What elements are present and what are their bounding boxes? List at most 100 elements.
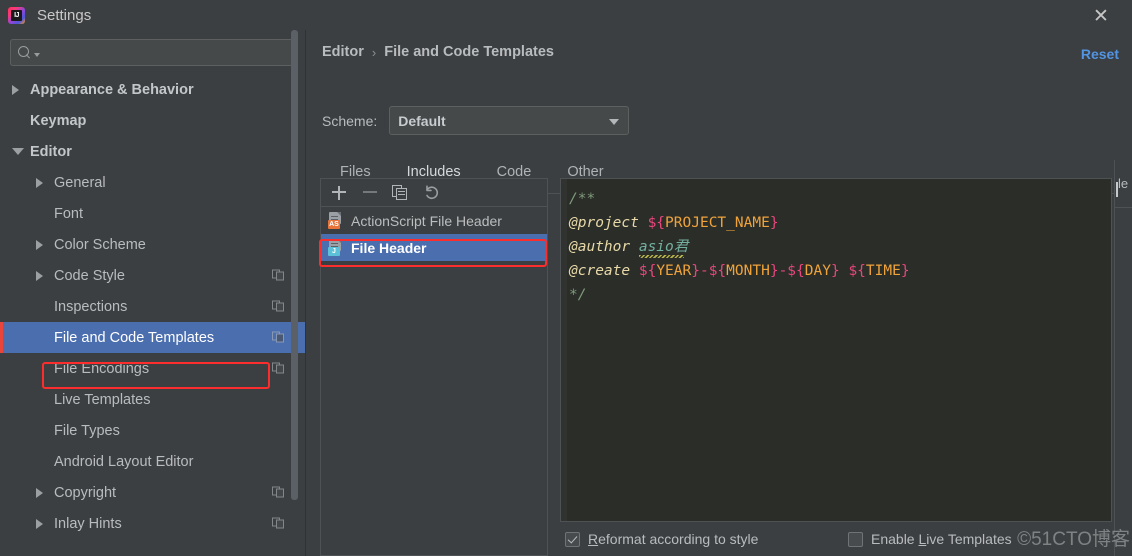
sidebar-item-label: Inlay Hints [54,515,122,532]
template-list-toolbar [321,179,547,207]
code-var-year: ${YEAR} [638,263,700,279]
text-caret [1116,182,1118,197]
file-template-icon: AS [328,212,344,229]
editor-gutter [561,179,567,521]
chevron-right-icon[interactable] [36,487,43,498]
remove-template-icon[interactable] [361,184,378,201]
sidebar-item-file-encodings[interactable]: File Encodings [0,353,305,384]
project-settings-icon [272,331,285,344]
live-templates-checkbox-label: Enable Live Templates [871,531,1012,547]
sidebar-item-android-layout-editor[interactable]: Android Layout Editor [0,446,305,477]
description-panel-text: le [1118,176,1129,191]
code-var-day: ${DAY} [787,263,840,279]
reset-link[interactable]: Reset [1081,46,1119,62]
chevron-right-icon[interactable] [36,270,43,281]
search-box[interactable] [10,39,295,66]
copy-template-icon[interactable] [392,184,409,201]
window-title: Settings [37,6,92,24]
template-name: ActionScript File Header [351,212,502,229]
sidebar-item-editor[interactable]: Editor [0,136,305,167]
chevron-right-icon[interactable] [12,84,19,95]
sidebar-item-inspections[interactable]: Inspections [0,291,305,322]
revert-template-icon[interactable] [423,184,440,201]
sidebar-scrollbar[interactable] [291,30,298,500]
sidebar-item-label: File and Code Templates [54,329,215,346]
list-item[interactable]: J File Header [321,234,547,261]
template-name: File Header [351,239,427,256]
close-icon[interactable]: ✕ [1088,3,1114,29]
scheme-dropdown[interactable]: Default [389,106,630,135]
reformat-checkbox-label: Reformat according to style [588,531,759,547]
live-templates-checkbox-row[interactable]: Enable Live Templates [848,527,1012,551]
search-icon [18,46,31,59]
file-type-badge: J [328,247,340,256]
breadcrumb-current: File and Code Templates [384,44,554,60]
reformat-checkbox-row[interactable]: Reformat according to style [565,527,758,551]
breadcrumb-separator-icon: › [371,44,377,60]
intellij-logo-icon: IJ [8,6,25,24]
title-bar: IJ Settings ✕ [0,0,1132,30]
file-template-icon: J [328,239,344,256]
sidebar-item-file-and-code-templates[interactable]: File and Code Templates [0,322,305,353]
file-type-badge: AS [328,220,340,229]
sidebar-item-label: General [54,174,106,191]
template-list: AS ActionScript File Header J File Header [321,207,547,261]
breadcrumb-parent[interactable]: Editor [322,44,364,60]
modified-marker [0,322,3,353]
sidebar-item-keymap[interactable]: Keymap [0,105,305,136]
editor-code[interactable]: /** @project ${PROJECT_NAME} @author asi… [569,187,1107,307]
sidebar-item-label: File Types [54,422,120,439]
sidebar-item-color-scheme[interactable]: Color Scheme [0,229,305,260]
code-tag-author: @author [569,239,631,255]
sidebar-item-label: Color Scheme [54,236,146,253]
search-wrapper [0,30,305,66]
add-template-icon[interactable] [330,184,347,201]
chevron-right-icon[interactable] [36,518,43,529]
search-input[interactable] [40,45,287,60]
sidebar-item-code-style[interactable]: Code Style [0,260,305,291]
template-code-editor[interactable]: /** @project ${PROJECT_NAME} @author asi… [560,178,1112,522]
code-line-comment-open: /** [569,191,596,207]
sidebar-item-live-templates[interactable]: Live Templates [0,384,305,415]
code-var-project-name: ${PROJECT_NAME} [647,215,779,231]
code-tag-project: @project [569,215,639,231]
chevron-down-icon[interactable] [12,148,24,155]
settings-tree: Appearance & Behavior Keymap Editor General… [0,74,305,539]
sidebar-item-label: Copyright [54,484,117,501]
sidebar-item-label: Code Style [54,267,125,284]
sidebar-item-general[interactable]: General [0,167,305,198]
reformat-checkbox[interactable] [565,531,580,547]
description-panel-header: le [1115,160,1132,208]
code-line-comment-close: */ [569,287,587,303]
sidebar-item-font[interactable]: Font [0,198,305,229]
sidebar-item-copyright[interactable]: Copyright [0,477,305,508]
chevron-right-icon[interactable] [36,177,43,188]
sidebar-item-inlay-hints[interactable]: Inlay Hints [0,508,305,539]
sidebar-item-label: Inspections [54,298,128,315]
logo-text: IJ [14,11,19,19]
sidebar-item-label: Live Templates [54,391,151,408]
breadcrumb: Editor › File and Code Templates [322,44,554,60]
scheme-label: Scheme: [322,112,378,129]
scheme-value: Default [398,112,446,129]
sidebar-item-label: Font [54,205,84,222]
sidebar-item-appearance-behavior[interactable]: Appearance & Behavior [0,74,305,105]
code-author-value: asio君 [638,239,689,255]
sidebar-item-label: Appearance & Behavior [30,81,194,98]
live-templates-checkbox[interactable] [848,531,863,547]
sidebar-item-label: Editor [30,143,72,160]
project-settings-icon [272,300,285,313]
code-tag-create: @create [569,263,631,279]
settings-dialog: IJ Settings ✕ Appearance & Behavior Keyma… [0,0,1132,556]
project-settings-icon [272,517,285,530]
list-item[interactable]: AS ActionScript File Header [321,207,547,234]
description-panel: le [1114,160,1132,556]
project-settings-icon [272,362,285,375]
code-var-month: ${MONTH} [708,263,779,279]
sidebar-item-file-types[interactable]: File Types [0,415,305,446]
chevron-down-icon [609,119,620,125]
project-settings-icon [272,269,285,282]
sidebar-scrollbar-thumb[interactable] [291,30,298,500]
chevron-right-icon[interactable] [36,239,43,250]
sidebar-item-label: File Encodings [54,360,150,377]
